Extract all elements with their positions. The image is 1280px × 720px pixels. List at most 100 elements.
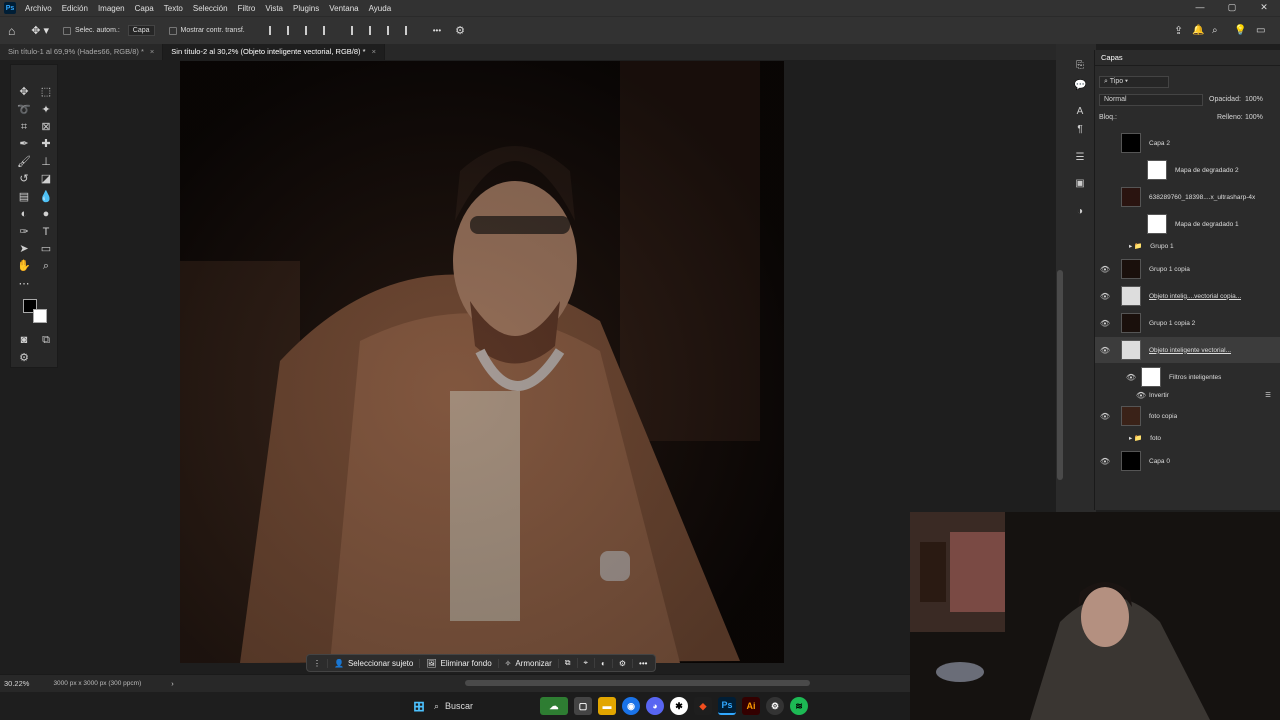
tab-document-2[interactable]: Sin título-2 al 30,2% (Objeto inteligent… (163, 44, 385, 60)
history-icon[interactable]: ⎘ (1074, 60, 1086, 72)
menu-archivo[interactable]: Archivo (20, 4, 57, 13)
tab-close-icon[interactable]: × (150, 47, 154, 56)
libraries-icon[interactable]: ▣ (1074, 178, 1086, 190)
layer-row[interactable]: 👁 foto copia (1095, 403, 1280, 429)
distribute-v-icon[interactable] (404, 26, 415, 35)
eye-icon[interactable]: 👁 (1125, 373, 1137, 382)
smart-filter-item[interactable]: 👁 Invertir ☰ (1095, 388, 1280, 402)
workspace-icon[interactable]: ▭ (1256, 25, 1265, 36)
sponge-tool-icon[interactable]: ● (38, 207, 54, 221)
layer-filter-dropdown[interactable]: ⌕ Tipo ▾ (1099, 76, 1169, 88)
paragraph-panel-icon[interactable]: ¶ (1074, 124, 1086, 136)
eye-icon[interactable]: 👁 (1099, 346, 1111, 355)
maximize-button[interactable]: ▢ (1216, 0, 1248, 16)
fill-icon[interactable]: ⚙ (613, 658, 634, 668)
eye-icon[interactable]: 👁 (1099, 292, 1111, 301)
rectangle-tool-icon[interactable]: ▭ (38, 242, 54, 256)
search-icon[interactable]: ⌕ (1212, 25, 1218, 36)
pen-tool-icon[interactable]: ✑ (16, 225, 32, 239)
eye-icon[interactable]: 👁 (1099, 319, 1111, 328)
adjustments-icon[interactable]: ☰ (1074, 152, 1086, 164)
slack-icon[interactable]: ✱ (670, 697, 688, 715)
crop-tool-icon[interactable]: ⌗ (16, 120, 32, 134)
figma-icon[interactable]: ◆ (694, 697, 712, 715)
weather-widget-icon[interactable]: ☁ (540, 697, 568, 715)
smart-filters-row[interactable]: 👁 Filtros inteligentes (1095, 364, 1280, 390)
more-options-button[interactable]: ••• (433, 26, 441, 35)
illustrator-taskbar-icon[interactable]: Ai (742, 697, 760, 715)
move-tool-icon[interactable]: ✥ ▾ (31, 24, 49, 37)
eye-icon[interactable]: 👁 (1099, 265, 1111, 274)
share-icon[interactable]: ⇪ (1174, 24, 1183, 37)
layer-row[interactable]: 👁 Objeto intelig....vectorial copia... (1095, 283, 1280, 309)
notifications-bell-icon[interactable]: 🔔 (1192, 25, 1204, 36)
align-buttons[interactable] (267, 26, 417, 35)
remove-background-button[interactable]: 🖼 Eliminar fondo (420, 658, 499, 668)
menu-seleccion[interactable]: Selección (188, 4, 233, 13)
filter-options-icon[interactable]: ☰ (1265, 391, 1271, 399)
quick-mask-icon[interactable]: ◙ (16, 333, 32, 347)
layer-row[interactable]: 👁 Capa 0 (1095, 448, 1280, 474)
background-color-swatch[interactable] (33, 309, 47, 323)
eye-icon[interactable]: 👁 (1099, 412, 1111, 421)
magic-wand-icon[interactable]: ✦ (38, 103, 54, 117)
align-center-h-icon[interactable] (286, 26, 297, 35)
move-tool-icon[interactable]: ✥ (16, 85, 32, 99)
align-right-icon[interactable] (304, 26, 315, 35)
menu-ventana[interactable]: Ventana (324, 4, 363, 13)
menu-plugins[interactable]: Plugins (288, 4, 324, 13)
align-middle-v-icon[interactable] (368, 26, 379, 35)
tips-lightbulb-icon[interactable]: 💡 (1234, 25, 1246, 36)
layer-row-selected[interactable]: 👁 Objeto inteligente vectorial... (1095, 337, 1280, 363)
adjustment-icon[interactable]: ◐ (595, 658, 613, 668)
settings-gear-icon[interactable]: ⚙ (455, 24, 465, 37)
blur-tool-icon[interactable]: 💧 (38, 190, 54, 204)
character-panel-icon[interactable]: A (1074, 106, 1086, 118)
menu-capa[interactable]: Capa (130, 4, 159, 13)
menu-filtro[interactable]: Filtro (233, 4, 261, 13)
menu-vista[interactable]: Vista (260, 4, 288, 13)
eyedropper-icon[interactable]: ✒ (16, 137, 32, 151)
layer-row[interactable]: 638289760_18398....x_ultrasharp-4x (1095, 184, 1280, 210)
minimize-button[interactable]: — (1184, 0, 1216, 16)
fill-value[interactable]: 100% (1245, 114, 1263, 121)
drag-handle-icon[interactable]: ⋮ (307, 658, 328, 668)
comments-icon[interactable]: 💬 (1074, 80, 1086, 92)
dodge-tool-icon[interactable]: ◐ (16, 207, 32, 221)
mask-icon[interactable]: ⧉ (559, 658, 578, 668)
document-canvas[interactable] (180, 61, 784, 663)
more-actions-button[interactable]: ••• (633, 659, 653, 668)
healing-brush-icon[interactable]: ✚ (38, 137, 54, 151)
zoom-tool-icon[interactable]: ⌕ (38, 259, 54, 273)
frame-tool-icon[interactable]: ⊠ (38, 120, 54, 134)
menu-texto[interactable]: Texto (159, 4, 188, 13)
screen-mode-icon[interactable]: ⧉ (38, 333, 54, 347)
path-selection-icon[interactable]: ➤ (16, 242, 32, 256)
chrome-icon[interactable]: ◉ (622, 697, 640, 715)
tab-document-1[interactable]: Sin título-1 al 69,9% (Hades66, RGB/8) *… (0, 44, 164, 60)
align-top-icon[interactable] (350, 26, 361, 35)
stamp-tool-icon[interactable]: ⊥ (38, 155, 54, 169)
menu-edicion[interactable]: Edición (57, 4, 93, 13)
edit-toolbar-icon[interactable]: ⚙ (16, 351, 32, 365)
layer-row[interactable]: Mapa de degradado 1 (1095, 211, 1280, 237)
layer-group-row[interactable]: ▸ 📁 foto (1095, 430, 1280, 446)
horizontal-scrollbar[interactable] (465, 680, 810, 686)
distribute-h-icon[interactable] (322, 26, 333, 35)
align-bottom-icon[interactable] (386, 26, 397, 35)
color-panel-icon[interactable]: ◑ (1074, 206, 1086, 218)
discord-icon[interactable]: ◕ (646, 697, 664, 715)
align-left-icon[interactable] (268, 26, 279, 35)
more-tools-icon[interactable]: ⋯ (16, 277, 32, 291)
photoshop-taskbar-icon[interactable]: Ps (718, 697, 736, 715)
brush-tool-icon[interactable]: 🖌 (16, 155, 32, 169)
history-brush-icon[interactable]: ↺ (16, 172, 32, 186)
gradient-tool-icon[interactable]: ▤ (16, 190, 32, 204)
auto-select-target-dropdown[interactable]: Capa (127, 25, 155, 36)
lasso-tool-icon[interactable]: ➰ (16, 103, 32, 117)
layer-row[interactable]: 👁 Grupo 1 copia (1095, 256, 1280, 282)
zoom-level[interactable]: 30.22% (4, 679, 29, 688)
select-subject-button[interactable]: 👤 Seleccionar sujeto (328, 658, 421, 668)
opacity-value[interactable]: 100% (1245, 96, 1263, 103)
chevron-right-icon[interactable]: › (171, 679, 174, 688)
